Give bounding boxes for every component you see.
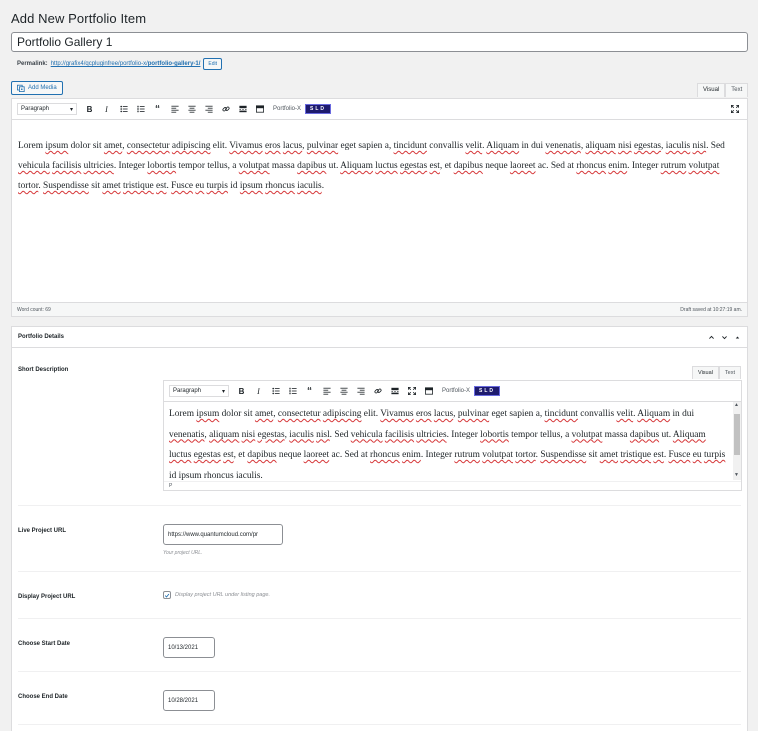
live-url-input[interactable]: https://www.quantumcloud.com/pr <box>163 524 283 545</box>
tab-text[interactable]: Text <box>725 83 749 97</box>
chevron-down-icon: ▾ <box>69 106 73 113</box>
link-icon[interactable] <box>217 102 234 116</box>
italic-icon[interactable]: I <box>250 384 267 398</box>
live-url-hint: Your project URL. <box>163 550 203 556</box>
permalink-row: Permalink: http://grafix4/qcpluginfree/p… <box>17 58 223 70</box>
sub-format-select[interactable]: Paragraph ▾ <box>169 385 229 397</box>
fullscreen-icon[interactable] <box>726 102 743 116</box>
short-description-editor: Paragraph ▾ B I “ Portfolio-X SLD Lorem i… <box>163 380 742 491</box>
toolbar-toggle-icon[interactable] <box>420 384 437 398</box>
align-center-icon[interactable] <box>335 384 352 398</box>
align-center-icon[interactable] <box>183 102 200 116</box>
permalink-label: Permalink: <box>17 61 48 67</box>
end-date-input[interactable]: 10/28/2021 <box>163 690 215 711</box>
end-date-label: Choose End Date <box>18 694 68 700</box>
postbox-header: Portfolio Details <box>12 327 747 348</box>
display-url-hint: Display project URL under listing page. <box>175 592 270 598</box>
post-title-input[interactable] <box>11 32 748 52</box>
editor-toolbar: Paragraph ▾ B I “ Portfolio-X SLD <box>12 99 747 120</box>
format-select-value: Paragraph <box>21 106 50 112</box>
align-right-icon[interactable] <box>352 384 369 398</box>
align-left-icon[interactable] <box>318 384 335 398</box>
portfolio-x-label: Portfolio-X <box>442 388 471 394</box>
format-select[interactable]: Paragraph ▾ <box>17 103 77 115</box>
divider <box>18 505 741 506</box>
word-count: Word count: 69 <box>17 306 51 313</box>
editor-status-bar: Word count: 69 Draft saved at 10:27:19 a… <box>12 302 747 316</box>
editor-paragraph: Lorem ipsum dolor sit amet, consectetur … <box>18 141 725 191</box>
move-down-icon[interactable] <box>721 334 728 341</box>
divider <box>18 671 741 672</box>
page-title: Add New Portfolio Item <box>11 11 147 26</box>
read-more-icon[interactable] <box>386 384 403 398</box>
sub-format-select-value: Paragraph <box>173 388 202 394</box>
align-right-icon[interactable] <box>200 102 217 116</box>
main-editor: Paragraph ▾ B I “ Portfolio-X SLD Lorem i… <box>11 98 748 317</box>
scrollbar-thumb[interactable] <box>734 414 740 455</box>
portfolio-x-label: Portfolio-X <box>273 106 302 112</box>
checkmark-icon <box>164 593 170 598</box>
chevron-down-icon: ▾ <box>221 388 225 395</box>
scroll-up-icon[interactable]: ▲ <box>734 403 739 409</box>
sub-tab-text[interactable]: Text <box>718 366 741 379</box>
permalink-edit-button[interactable]: Edit <box>203 58 223 70</box>
short-description-tabs: Visual Text <box>692 366 741 379</box>
tab-visual[interactable]: Visual <box>697 83 726 97</box>
scrollbar[interactable]: ▲ ▼ <box>733 402 741 480</box>
numbered-list-icon[interactable] <box>284 384 301 398</box>
link-icon[interactable] <box>369 384 386 398</box>
sub-editor-toolbar: Paragraph ▾ B I “ Portfolio-X SLD <box>164 381 741 402</box>
bullet-list-icon[interactable] <box>267 384 284 398</box>
short-description-paragraph: Lorem ipsum dolor sit amet, consectetur … <box>169 409 726 480</box>
start-date-label: Choose Start Date <box>18 641 71 647</box>
align-left-icon[interactable] <box>166 102 183 116</box>
blockquote-icon[interactable]: “ <box>301 384 318 398</box>
short-description-content[interactable]: Lorem ipsum dolor sit amet, consectetur … <box>164 402 741 480</box>
scroll-down-icon[interactable]: ▼ <box>734 473 739 479</box>
permalink-slug: portfolio-gallery-1/ <box>147 61 201 67</box>
numbered-list-icon[interactable] <box>132 102 149 116</box>
add-media-label: Add Media <box>28 85 57 91</box>
italic-icon[interactable]: I <box>98 102 115 116</box>
display-url-checkbox[interactable] <box>163 591 171 599</box>
permalink-link[interactable]: http://grafix4/qcpluginfree/portfolio-x/… <box>51 61 201 67</box>
sld-shortcode-button[interactable]: SLD <box>474 386 501 396</box>
bold-icon[interactable]: B <box>233 384 250 398</box>
sld-shortcode-button[interactable]: SLD <box>305 104 332 114</box>
bullet-list-icon[interactable] <box>115 102 132 116</box>
toolbar-toggle-icon[interactable] <box>251 102 268 116</box>
bold-icon[interactable]: B <box>81 102 98 116</box>
display-url-label: Display Project URL <box>18 594 76 600</box>
move-up-icon[interactable] <box>708 334 715 341</box>
divider <box>18 571 741 572</box>
add-media-icon <box>17 84 25 92</box>
element-path: P <box>164 481 741 490</box>
short-description-label: Short Description <box>18 367 69 373</box>
read-more-icon[interactable] <box>234 102 251 116</box>
start-date-input[interactable]: 10/13/2021 <box>163 637 215 658</box>
portfolio-details-box: Portfolio Details Short Description Visu… <box>11 326 748 731</box>
fullscreen-icon[interactable] <box>403 384 420 398</box>
divider <box>18 724 741 725</box>
draft-saved-status: Draft saved at 10:27:19 am. <box>680 306 742 313</box>
divider <box>18 618 741 619</box>
permalink-base: http://grafix4/qcpluginfree/portfolio-x/ <box>50 61 148 67</box>
toggle-panel-icon[interactable] <box>734 334 741 341</box>
display-url-row: Display project URL under listing page. <box>163 591 270 599</box>
editor-tabs: Visual Text <box>697 83 749 97</box>
live-url-label: Live Project URL <box>18 528 67 534</box>
sub-tab-visual[interactable]: Visual <box>692 366 719 379</box>
add-media-button[interactable]: Add Media <box>11 81 63 95</box>
blockquote-icon[interactable]: “ <box>149 102 166 116</box>
postbox-title: Portfolio Details <box>18 334 65 340</box>
editor-content[interactable]: Lorem ipsum dolor sit amet, consectetur … <box>12 120 747 196</box>
